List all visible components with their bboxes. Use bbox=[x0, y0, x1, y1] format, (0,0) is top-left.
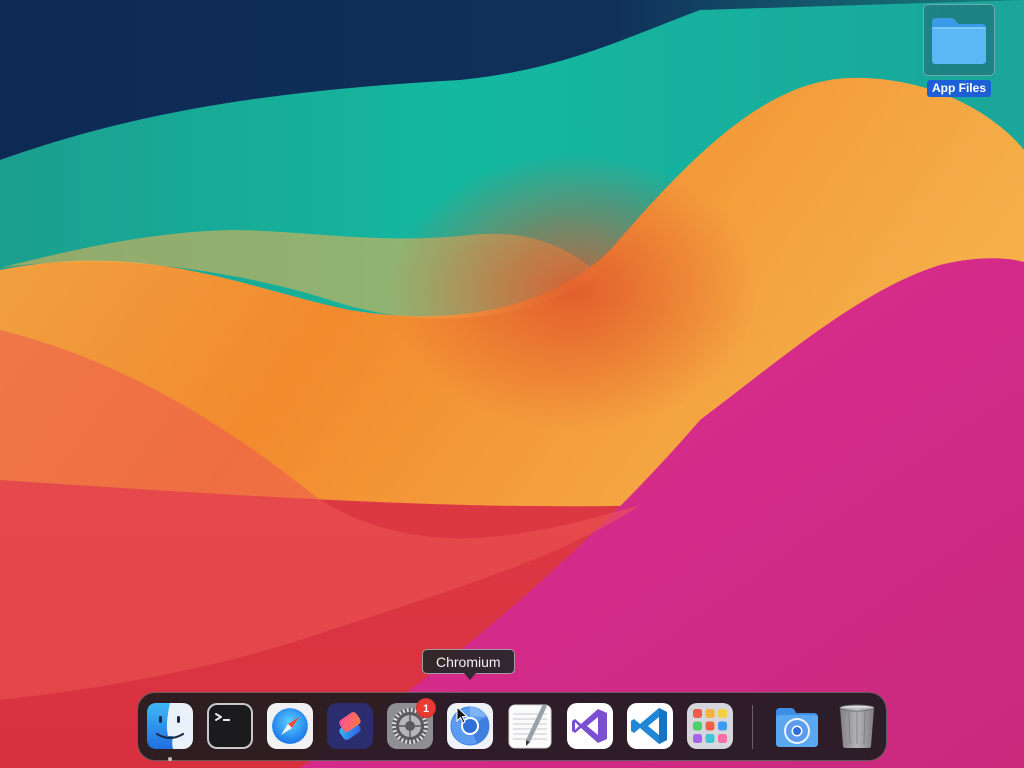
dock-item-system-settings[interactable]: 1 bbox=[386, 698, 436, 750]
shortcuts-icon bbox=[327, 703, 373, 749]
terminal-icon bbox=[207, 703, 253, 749]
dock-item-shortcuts[interactable] bbox=[326, 702, 374, 750]
dock-item-chromium[interactable] bbox=[446, 702, 494, 750]
visual-studio-icon bbox=[567, 703, 613, 749]
dock-tooltip: Chromium bbox=[422, 649, 515, 680]
dock-item-terminal[interactable] bbox=[206, 702, 254, 750]
dock-item-visual-studio[interactable] bbox=[566, 702, 614, 750]
dock-item-chromium-folder[interactable] bbox=[773, 702, 821, 750]
finder-icon bbox=[147, 703, 193, 749]
running-indicator bbox=[168, 757, 172, 761]
textedit-icon bbox=[508, 704, 552, 749]
dock-separator bbox=[752, 705, 753, 749]
desktop-folder-label: App Files bbox=[926, 80, 991, 97]
notification-badge: 1 bbox=[416, 698, 436, 718]
launchpad-icon bbox=[687, 703, 733, 749]
safari-icon bbox=[267, 703, 313, 749]
chromium-folder-icon bbox=[776, 708, 818, 747]
desktop: App Files Chromium 1 bbox=[0, 0, 1024, 768]
vscode-icon bbox=[627, 703, 673, 749]
dock-item-vscode[interactable] bbox=[626, 702, 674, 750]
mouse-cursor-icon bbox=[456, 706, 468, 724]
dock-item-trash[interactable] bbox=[833, 702, 881, 750]
dock-item-textedit[interactable] bbox=[506, 702, 554, 750]
folder-icon bbox=[923, 4, 995, 76]
chromium-icon bbox=[447, 703, 493, 749]
dock-item-launchpad[interactable] bbox=[686, 702, 734, 750]
desktop-folder-app-files[interactable]: App Files bbox=[922, 4, 996, 97]
trash-icon bbox=[839, 704, 875, 748]
dock-item-finder[interactable] bbox=[146, 702, 194, 761]
dock-item-safari[interactable] bbox=[266, 702, 314, 750]
dock: 1 bbox=[137, 692, 887, 761]
